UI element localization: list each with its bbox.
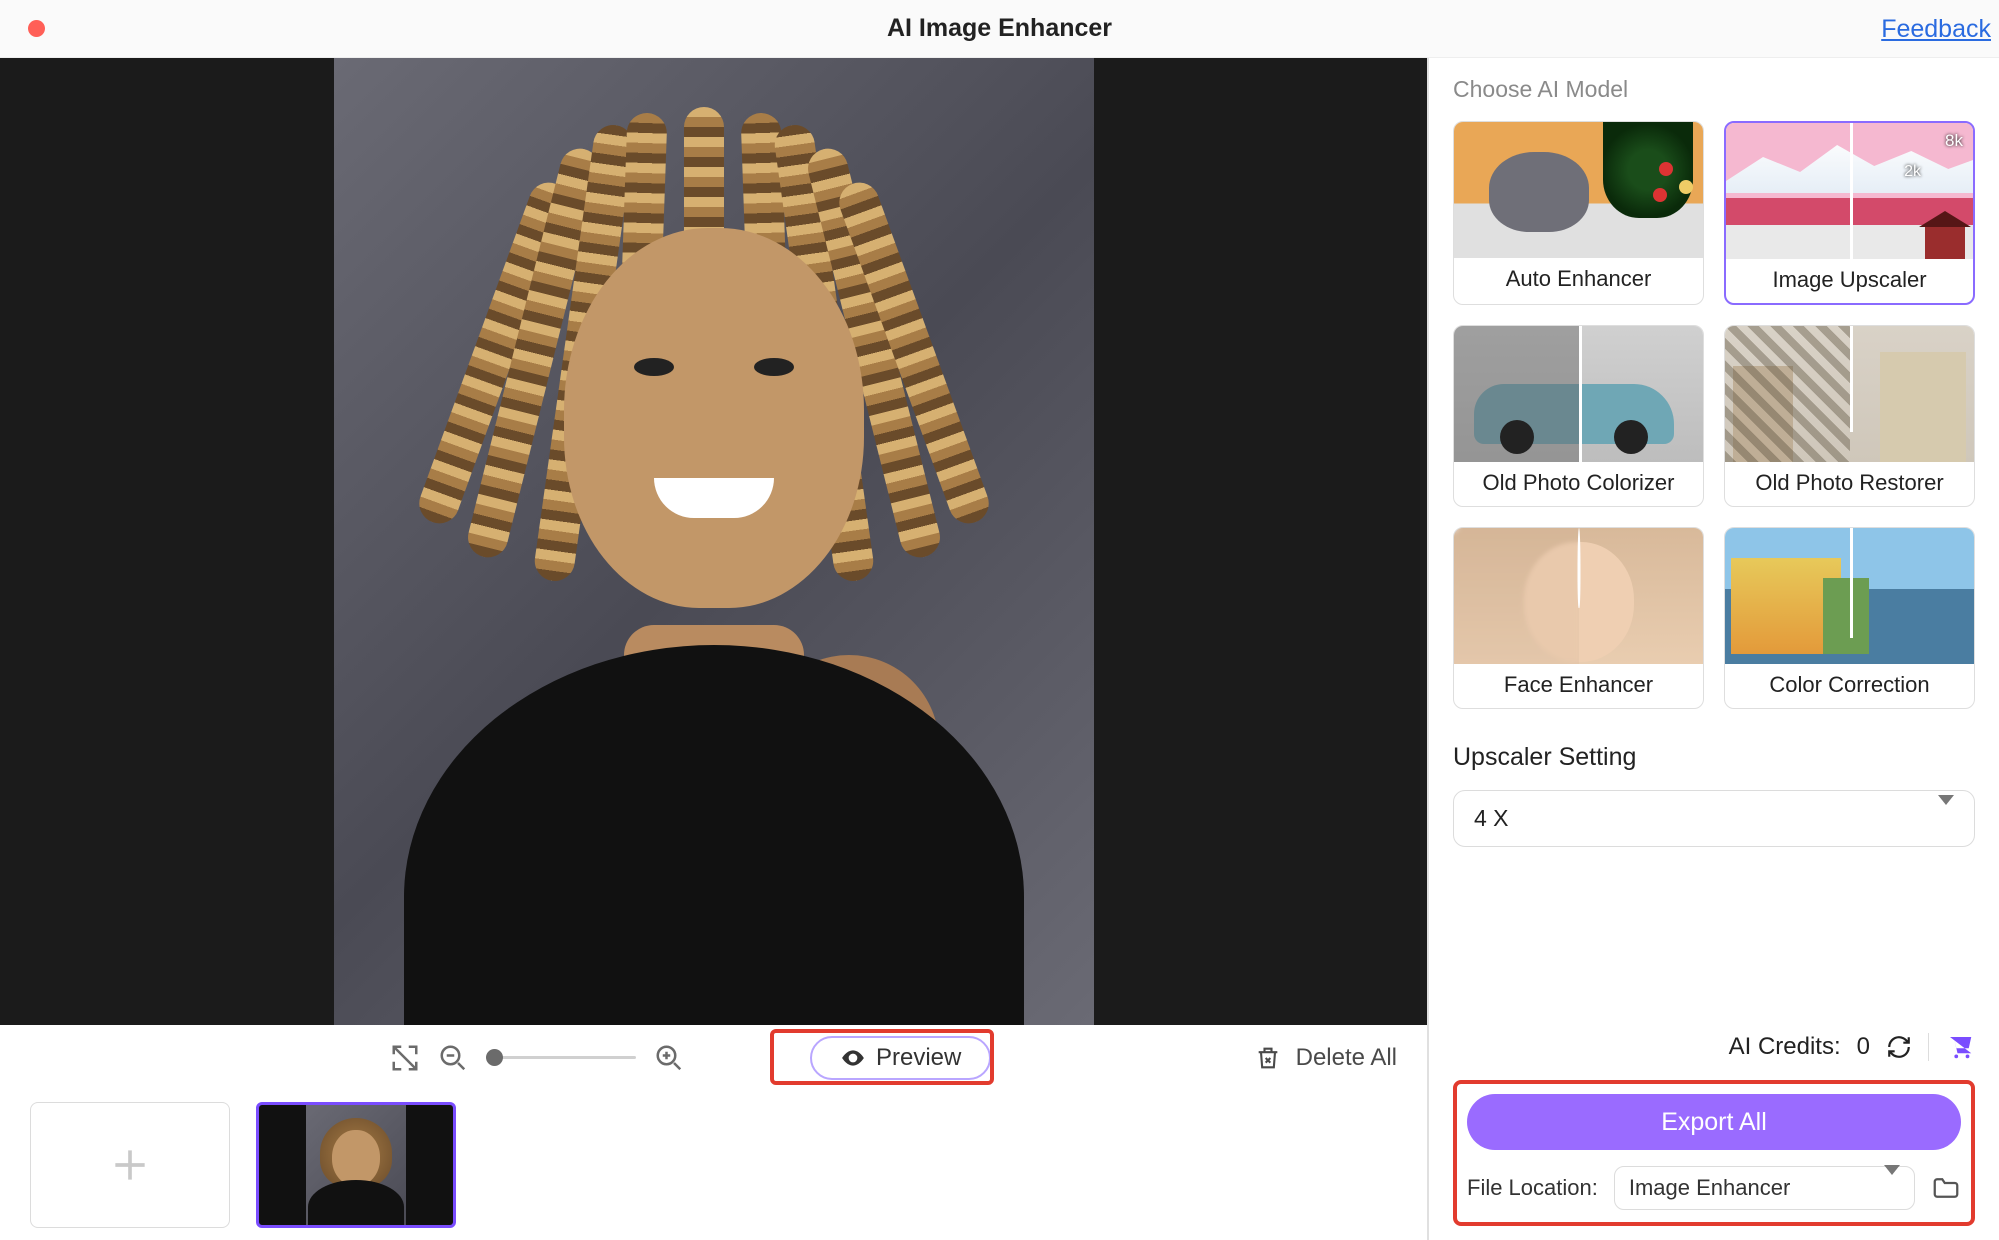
file-location-label: File Location: (1467, 1175, 1598, 1201)
model-old-photo-colorizer[interactable]: Old Photo Colorizer (1453, 325, 1704, 507)
titlebar: AI Image Enhancer Feedback (0, 0, 1999, 58)
model-thumb (1725, 326, 1974, 462)
eye-icon (840, 1045, 866, 1071)
model-old-photo-restorer[interactable]: Old Photo Restorer (1724, 325, 1975, 507)
refresh-icon[interactable] (1886, 1034, 1912, 1060)
upscaler-value: 4 X (1474, 805, 1509, 832)
trash-icon (1254, 1044, 1282, 1072)
zoom-controls (390, 1043, 684, 1073)
thumbnail-1[interactable] (256, 1102, 456, 1228)
model-face-enhancer[interactable]: Face Enhancer (1453, 527, 1704, 709)
model-thumb (1454, 528, 1703, 664)
preview-button[interactable]: Preview (810, 1036, 991, 1080)
zoom-out-icon[interactable] (438, 1043, 468, 1073)
model-color-correction[interactable]: Color Correction (1724, 527, 1975, 709)
upscaler-setting-dropdown[interactable]: 4 X (1453, 790, 1975, 847)
model-thumb (1454, 326, 1703, 462)
file-location-value: Image Enhancer (1629, 1175, 1790, 1201)
sidebar: Choose AI Model Auto Enhancer 8k 2k Imag… (1429, 58, 1999, 1240)
credits-row: AI Credits: 0 (1453, 1032, 1975, 1062)
annotation-highlight-export: Export All File Location: Image Enhancer (1453, 1080, 1975, 1226)
portrait-body (404, 645, 1024, 1025)
chevron-down-icon (1884, 1175, 1900, 1201)
portrait-eyes (634, 358, 794, 376)
canvas-toolbar: Preview Delete All (0, 1025, 1427, 1090)
credits-label: AI Credits: (1729, 1033, 1841, 1061)
model-image-upscaler[interactable]: 8k 2k Image Upscaler (1724, 121, 1975, 305)
divider (1928, 1033, 1929, 1061)
sidebar-bottom: AI Credits: 0 Export All File Locat (1453, 1032, 1975, 1226)
feedback-link[interactable]: Feedback (1881, 15, 1991, 44)
zoom-slider-knob[interactable] (486, 1049, 503, 1066)
image-canvas[interactable] (0, 58, 1427, 1025)
cart-icon[interactable] (1945, 1032, 1975, 1062)
close-window-dot[interactable] (28, 20, 45, 37)
model-thumb (1725, 528, 1974, 664)
folder-icon[interactable] (1931, 1173, 1961, 1203)
editor-area: Preview Delete All (0, 58, 1429, 1240)
model-thumb: 8k 2k (1726, 123, 1973, 259)
file-location-row: File Location: Image Enhancer (1467, 1166, 1961, 1210)
thumbnail-strip (0, 1090, 1427, 1240)
model-thumb (1454, 122, 1703, 258)
badge-8k: 8k (1945, 131, 1963, 151)
main: Preview Delete All (0, 58, 1999, 1240)
model-label: Old Photo Restorer (1725, 462, 1974, 506)
model-label: Image Upscaler (1726, 259, 1973, 303)
upscaler-setting-label: Upscaler Setting (1453, 743, 1975, 772)
zoom-slider[interactable] (486, 1056, 636, 1059)
model-label: Color Correction (1725, 664, 1974, 708)
zoom-in-icon[interactable] (654, 1043, 684, 1073)
fit-screen-icon[interactable] (390, 1043, 420, 1073)
thumbnail-image (306, 1102, 406, 1228)
choose-model-label: Choose AI Model (1453, 76, 1975, 103)
model-auto-enhancer[interactable]: Auto Enhancer (1453, 121, 1704, 305)
export-all-button[interactable]: Export All (1467, 1094, 1961, 1150)
chevron-down-icon (1938, 805, 1954, 832)
portrait-face (564, 228, 864, 608)
loaded-image (334, 58, 1094, 1025)
delete-all-label: Delete All (1296, 1044, 1397, 1072)
file-location-dropdown[interactable]: Image Enhancer (1614, 1166, 1915, 1210)
model-label: Face Enhancer (1454, 664, 1703, 708)
model-label: Old Photo Colorizer (1454, 462, 1703, 506)
model-label: Auto Enhancer (1454, 258, 1703, 302)
model-grid: Auto Enhancer 8k 2k Image Upscaler Old P… (1453, 121, 1975, 709)
delete-all-button[interactable]: Delete All (1254, 1044, 1397, 1072)
add-image-button[interactable] (30, 1102, 230, 1228)
credits-value: 0 (1857, 1033, 1870, 1061)
app-title: AI Image Enhancer (887, 14, 1112, 43)
badge-2k: 2k (1904, 163, 1921, 181)
preview-label: Preview (876, 1044, 961, 1072)
